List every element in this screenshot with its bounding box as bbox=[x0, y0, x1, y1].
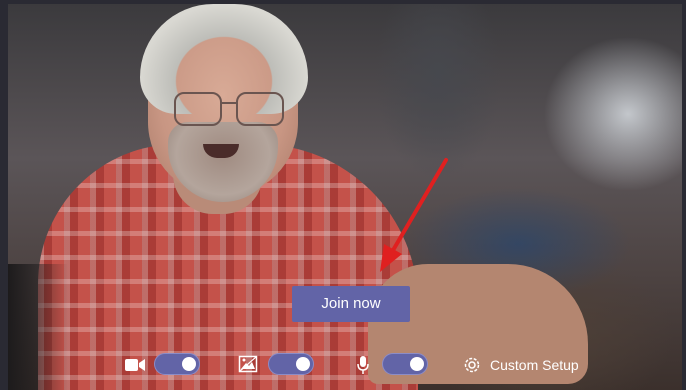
microphone-icon bbox=[357, 356, 369, 374]
background-effects-icon bbox=[238, 355, 258, 373]
custom-setup-button[interactable]: Custom Setup bbox=[462, 354, 579, 376]
custom-setup-label: Custom Setup bbox=[490, 357, 579, 373]
red-arrow-annotation bbox=[380, 158, 448, 272]
background-blur-toggle[interactable] bbox=[268, 353, 314, 375]
gear-icon bbox=[464, 357, 480, 373]
camera-toggle[interactable] bbox=[154, 353, 200, 375]
pre-join-window: Join now Custom Setup bbox=[0, 0, 686, 390]
microphone-toggle[interactable] bbox=[382, 353, 428, 375]
join-now-button[interactable]: Join now bbox=[292, 286, 410, 322]
camera-icon bbox=[125, 359, 145, 371]
